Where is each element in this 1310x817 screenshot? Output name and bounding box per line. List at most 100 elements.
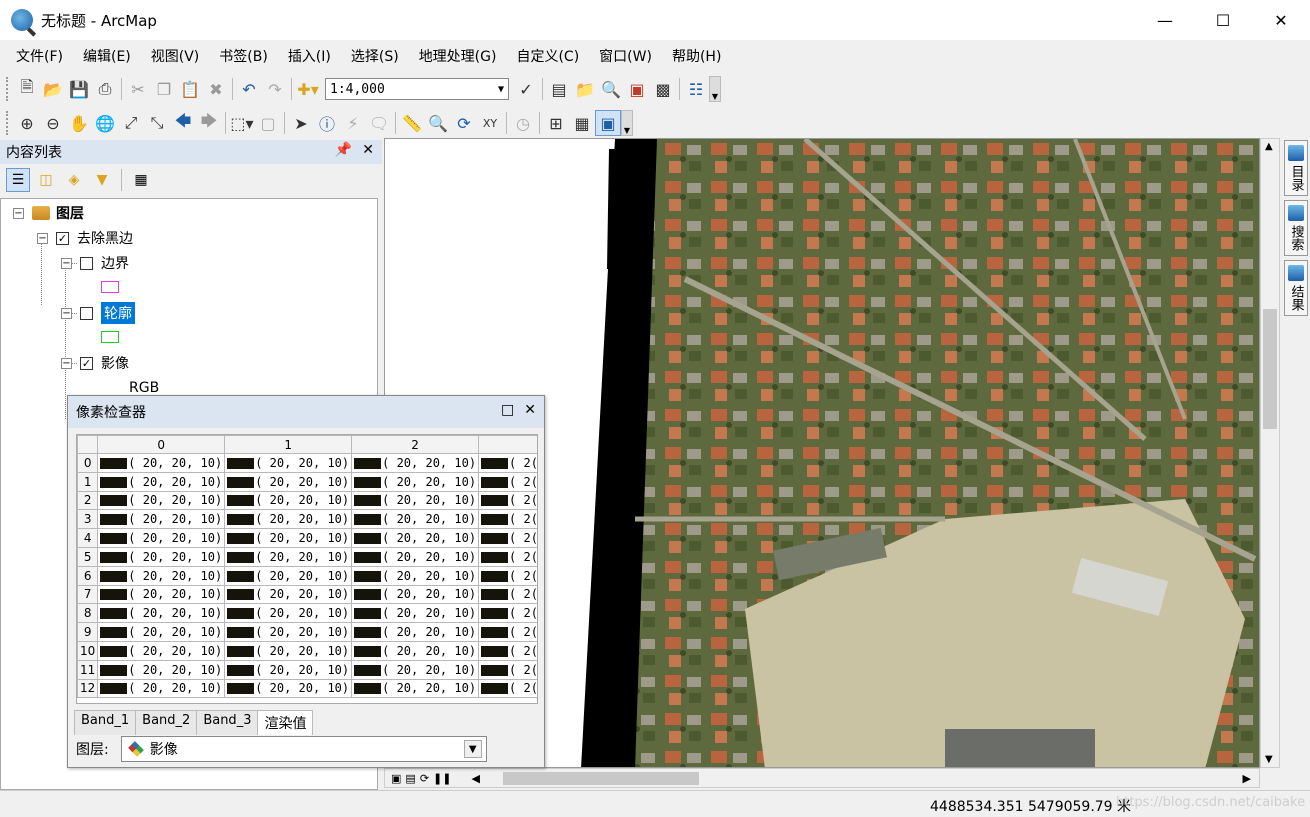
identify-info-icon[interactable]: ⓘ: [314, 110, 340, 136]
menu-edit[interactable]: 编辑(E): [73, 46, 141, 66]
pixel-cell[interactable]: ( 20, 20, 10): [97, 565, 226, 586]
table-row[interactable]: 6 ( 20, 20, 10) ( 20, 20, 10) ( 20, 20, 10)…: [77, 565, 537, 586]
toolbar-overflow-icon[interactable]: ▼: [621, 110, 633, 136]
pixel-cell[interactable]: ( 20, 20, 10): [224, 678, 353, 699]
menu-bookmarks[interactable]: 书签(B): [209, 46, 278, 66]
pixel-cell[interactable]: ( 2(: [478, 622, 537, 642]
toc-options-icon[interactable]: ▦: [129, 168, 153, 192]
pixel-cell[interactable]: ( 20, 20, 10): [224, 603, 353, 624]
layer-dropdown[interactable]: 影像 ▼: [120, 736, 487, 762]
add-data-icon[interactable]: ✚▾: [295, 76, 321, 102]
table-of-contents-icon[interactable]: ▤: [546, 76, 572, 102]
copy-icon[interactable]: ❐: [151, 76, 177, 102]
pause-drawing-icon[interactable]: ❚❚: [433, 772, 451, 785]
inspector-header[interactable]: 像素检查器 □ ✕: [68, 396, 544, 428]
collapse-icon[interactable]: −: [61, 307, 72, 319]
pixel-cell[interactable]: ( 20, 20, 10): [97, 659, 226, 680]
pixel-cell[interactable]: ( 2(: [478, 453, 537, 473]
pixel-cell[interactable]: ( 2(: [478, 528, 537, 548]
pixel-cell[interactable]: ( 2(: [478, 603, 537, 624]
pixel-cell[interactable]: ( 20, 20, 10): [351, 659, 480, 680]
map-horizontal-scrollbar[interactable]: ▣ ▤ ⟳ ❚❚ ◀ ▶: [384, 768, 1260, 788]
close-icon[interactable]: ✕: [524, 402, 536, 418]
magnifier-window-icon[interactable]: ▦: [569, 110, 595, 136]
table-row[interactable]: 0 ( 20, 20, 10) ( 20, 20, 10) ( 20, 20, 10)…: [77, 453, 537, 473]
scroll-up-icon[interactable]: ▲: [1265, 141, 1273, 152]
group-visibility-checkbox[interactable]: ✓: [56, 231, 69, 245]
go-to-xy-icon[interactable]: XY: [477, 110, 503, 136]
fixed-zoom-in-icon[interactable]: ⤢: [118, 110, 144, 136]
tree-layer-boundary[interactable]: − 边界: [61, 252, 129, 274]
tree-layer-outline[interactable]: − 轮廓: [61, 302, 135, 324]
menu-customize[interactable]: 自定义(C): [506, 46, 589, 66]
scroll-left-icon[interactable]: ◀: [471, 772, 479, 785]
list-by-visibility-icon[interactable]: ◈: [62, 168, 86, 192]
menu-insert[interactable]: 插入(I): [278, 46, 341, 66]
zoom-in-icon[interactable]: ⊕: [14, 110, 40, 136]
scroll-thumb[interactable]: [1263, 309, 1277, 429]
pixel-cell[interactable]: ( 20, 20, 10): [224, 528, 353, 548]
overview-window-icon[interactable]: ▣: [595, 110, 621, 136]
table-row[interactable]: 3 ( 20, 20, 10) ( 20, 20, 10) ( 20, 20, 10)…: [77, 509, 537, 530]
html-popup-icon[interactable]: 🗨: [366, 110, 392, 136]
editor-toolbar-icon[interactable]: ✓: [513, 76, 539, 102]
back-arrow-icon[interactable]: 🡄: [170, 110, 196, 136]
arctoolbox-icon[interactable]: ▣: [624, 76, 650, 102]
layout-view-icon[interactable]: ▤: [405, 772, 415, 785]
undo-icon[interactable]: ↶: [236, 76, 262, 102]
tree-layer-image[interactable]: − ✓ 影像: [61, 352, 129, 374]
map-vertical-scrollbar[interactable]: ▲ ▼: [1260, 138, 1280, 768]
map-scale-combo[interactable]: 1:4,000 ▼: [325, 78, 509, 100]
table-row[interactable]: 9 ( 20, 20, 10) ( 20, 20, 10) ( 20, 20, 10)…: [77, 622, 537, 642]
pixel-cell[interactable]: ( 20, 20, 10): [97, 528, 226, 548]
open-folder-icon[interactable]: 📂: [40, 76, 66, 102]
pixel-cell[interactable]: ( 20, 20, 10): [351, 453, 480, 473]
pixel-cell[interactable]: ( 20, 20, 10): [224, 490, 353, 511]
find-binoculars-icon[interactable]: 🔍: [425, 110, 451, 136]
new-document-icon[interactable]: 🗎: [14, 76, 40, 102]
pixel-cell[interactable]: ( 20, 20, 10): [97, 603, 226, 624]
maximize-button[interactable]: ☐: [1194, 0, 1252, 40]
dock-tab-catalog[interactable]: 目录: [1284, 140, 1308, 196]
maximize-icon[interactable]: □: [501, 402, 514, 418]
close-icon[interactable]: ✕: [362, 142, 374, 158]
pixel-cell[interactable]: ( 2(: [478, 490, 537, 511]
collapse-icon[interactable]: −: [13, 207, 24, 219]
pixel-cell[interactable]: ( 20, 20, 10): [351, 471, 480, 492]
scroll-thumb[interactable]: [503, 772, 699, 785]
layer-visibility-checkbox[interactable]: [80, 256, 93, 270]
tree-root-layers[interactable]: − 图层: [13, 202, 84, 224]
pixel-cell[interactable]: ( 20, 20, 10): [224, 471, 353, 492]
print-icon[interactable]: ⎙: [92, 76, 118, 102]
list-by-source-icon[interactable]: ◫: [34, 168, 58, 192]
zoom-out-icon[interactable]: ⊖: [40, 110, 66, 136]
menu-help[interactable]: 帮助(H): [662, 46, 731, 66]
pixel-cell[interactable]: ( 20, 20, 10): [351, 490, 480, 511]
scroll-right-icon[interactable]: ▶: [1243, 772, 1251, 785]
chevron-down-icon[interactable]: ▼: [463, 740, 482, 758]
paste-icon[interactable]: 📋: [177, 76, 203, 102]
pixel-cell[interactable]: ( 20, 20, 10): [224, 584, 353, 605]
pixel-cell[interactable]: ( 20, 20, 10): [97, 453, 226, 473]
pixel-cell[interactable]: ( 20, 20, 10): [97, 640, 226, 661]
catalog-window-icon[interactable]: 📁: [572, 76, 598, 102]
pixel-cell[interactable]: ( 20, 20, 10): [224, 659, 353, 680]
tab-band-3[interactable]: Band_3: [196, 710, 259, 735]
collapse-icon[interactable]: −: [61, 257, 72, 269]
redo-icon[interactable]: ↷: [262, 76, 288, 102]
tab-band-2[interactable]: Band_2: [135, 710, 198, 735]
forward-arrow-icon[interactable]: 🡆: [196, 110, 222, 136]
pixel-cell[interactable]: ( 2(: [478, 546, 537, 567]
fixed-zoom-out-icon[interactable]: ⤡: [144, 110, 170, 136]
cut-icon[interactable]: ✂: [125, 76, 151, 102]
pixel-cell[interactable]: ( 20, 20, 10): [351, 584, 480, 605]
table-row[interactable]: 5 ( 20, 20, 10) ( 20, 20, 10) ( 20, 20, 10)…: [77, 546, 537, 567]
table-row[interactable]: 12 ( 20, 20, 10) ( 20, 20, 10) ( 20, 20, 10…: [77, 678, 537, 699]
pixel-cell[interactable]: ( 20, 20, 10): [351, 565, 480, 586]
pixel-cell[interactable]: ( 20, 20, 10): [97, 584, 226, 605]
tree-group-layer[interactable]: − ✓ 去除黑边: [37, 227, 133, 249]
modelbuilder-icon[interactable]: ☷: [683, 76, 709, 102]
layer-visibility-checkbox[interactable]: ✓: [80, 356, 93, 370]
menu-windows[interactable]: 窗口(W): [589, 46, 662, 66]
clear-selection-icon[interactable]: ▢: [255, 110, 281, 136]
